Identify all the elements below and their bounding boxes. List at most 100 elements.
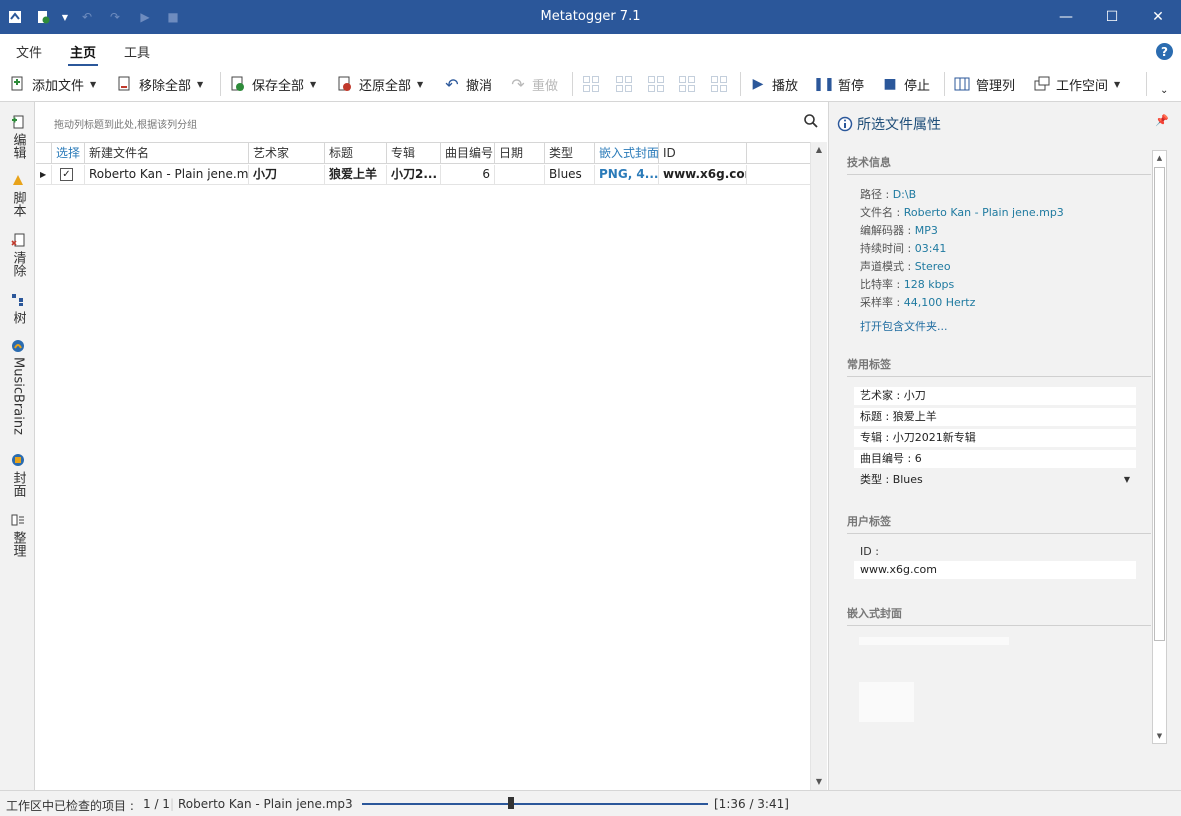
- undo-label: 撤消: [466, 78, 493, 94]
- cell-id[interactable]: www.x6g.com: [659, 165, 747, 184]
- row-expand-icon[interactable]: ▶: [36, 165, 52, 184]
- workspace-label: 工作空间: [1056, 78, 1109, 94]
- prop-value: 03:41: [914, 242, 947, 255]
- sidebar-item-label: 脚本: [10, 191, 26, 217]
- genre-select[interactable]: 类型 : Blues ▼: [854, 471, 1136, 489]
- prop-value: D:\B: [892, 188, 917, 201]
- tab-home[interactable]: 主页: [67, 42, 99, 67]
- cell-track[interactable]: 6: [441, 165, 495, 184]
- manage-columns-button[interactable]: 管理列: [954, 74, 1015, 94]
- scroll-down-icon[interactable]: ▼: [811, 774, 827, 790]
- undo-button[interactable]: ↶ 撤消: [444, 74, 492, 94]
- prop-label: 比特率 :: [860, 278, 904, 291]
- column-header-genre[interactable]: 类型: [545, 143, 595, 164]
- user-tag-id-field[interactable]: www.x6g.com: [854, 561, 1136, 579]
- column-header-filename[interactable]: 新建文件名: [85, 143, 249, 164]
- scroll-up-icon[interactable]: ▲: [811, 142, 827, 158]
- sidebar-item-script[interactable]: 脚本: [8, 172, 28, 217]
- close-button[interactable]: ✕: [1135, 0, 1181, 34]
- cell-title[interactable]: 狼爱上羊: [325, 165, 387, 184]
- save-all-button[interactable]: 保存全部 ▼: [230, 74, 316, 94]
- organize-icon: [10, 512, 26, 528]
- workspace-icon: [1034, 76, 1050, 92]
- chevron-down-icon[interactable]: ▼: [310, 80, 316, 89]
- stop-button[interactable]: ■ 停止: [882, 74, 930, 94]
- chevron-down-icon[interactable]: ▼: [197, 80, 203, 89]
- tab-file[interactable]: 文件: [16, 42, 42, 61]
- artist-field[interactable]: 艺术家 : 小刀: [854, 387, 1136, 405]
- prop-bitrate: 比特率 : 128 kbps: [860, 276, 954, 292]
- scroll-up-icon[interactable]: ▲: [1153, 151, 1166, 165]
- search-icon[interactable]: [803, 113, 819, 129]
- playback-progress-handle[interactable]: [507, 797, 514, 809]
- sidebar-item-edit[interactable]: 编辑: [8, 114, 28, 159]
- layout-grid-icon[interactable]: [648, 76, 664, 92]
- track-number-field[interactable]: 曲目编号 : 6: [854, 450, 1136, 468]
- sidebar-item-organize[interactable]: 整理: [8, 512, 28, 557]
- title-bar: ▼ ↶ ↷ ▶ ■ Metatogger 7.1 — ☐ ✕: [0, 0, 1181, 34]
- sidebar-item-label: 清除: [10, 251, 26, 277]
- field-value: 6: [914, 452, 922, 465]
- pin-icon[interactable]: 📌: [1155, 114, 1169, 127]
- field-label: 类型 :: [860, 473, 893, 486]
- cell-date[interactable]: [495, 165, 545, 184]
- album-field[interactable]: 专辑 : 小刀2021新专辑: [854, 429, 1136, 447]
- restore-all-button[interactable]: 还原全部 ▼: [337, 74, 423, 94]
- panel-scrollbar[interactable]: ▲ ▼: [1152, 150, 1167, 744]
- cell-filename[interactable]: Roberto Kan - Plain jene.mp3: [85, 165, 249, 184]
- grid-scrollbar[interactable]: ▲ ▼: [810, 142, 827, 790]
- workspace-button[interactable]: 工作空间 ▼: [1034, 74, 1120, 94]
- table-row[interactable]: ▶ ✓ Roberto Kan - Plain jene.mp3 小刀 狼爱上羊…: [36, 165, 810, 185]
- row-select-cell[interactable]: ✓: [52, 165, 85, 184]
- section-embedded-cover: 嵌入式封面: [847, 605, 1151, 626]
- field-label: 专辑 :: [860, 431, 893, 444]
- playback-progress-track[interactable]: [362, 803, 708, 805]
- chevron-down-icon[interactable]: ▼: [417, 80, 423, 89]
- sidebar-item-musicbrainz[interactable]: MusicBrainz: [8, 338, 28, 435]
- ribbon-collapse-chevron-icon[interactable]: ⌄: [1160, 80, 1168, 100]
- open-folder-link[interactable]: 打开包含文件夹...: [860, 318, 948, 334]
- tab-tools[interactable]: 工具: [124, 42, 150, 61]
- scroll-down-icon[interactable]: ▼: [1153, 729, 1166, 743]
- cell-album[interactable]: 小刀2...: [387, 165, 441, 184]
- cell-cover[interactable]: PNG, 4...: [595, 165, 659, 184]
- section-tech-info: 技术信息: [847, 154, 1151, 175]
- chevron-down-icon[interactable]: ▼: [1124, 471, 1130, 489]
- sidebar-item-label: 整理: [10, 531, 26, 557]
- column-header-select[interactable]: 选择: [52, 143, 85, 164]
- add-files-button[interactable]: 添加文件 ▼: [10, 74, 96, 94]
- column-header-cover[interactable]: 嵌入式封面: [595, 143, 659, 164]
- stop-icon: ■: [883, 76, 897, 92]
- cell-genre[interactable]: Blues: [545, 165, 595, 184]
- layout-grid-icon[interactable]: [616, 76, 632, 92]
- sidebar-item-tree[interactable]: 树: [8, 292, 28, 324]
- column-header-artist[interactable]: 艺术家: [249, 143, 325, 164]
- prop-label: 采样率 :: [860, 296, 904, 309]
- column-header-id[interactable]: ID: [659, 143, 747, 164]
- redo-button[interactable]: ↷ 重做: [510, 74, 558, 94]
- column-header-album[interactable]: 专辑: [387, 143, 441, 164]
- play-button[interactable]: ▶ 播放: [750, 74, 798, 94]
- chevron-down-icon[interactable]: ▼: [90, 80, 96, 89]
- layout-grid-icon[interactable]: [583, 76, 599, 92]
- minimize-button[interactable]: —: [1043, 0, 1089, 34]
- row-checkbox[interactable]: ✓: [60, 168, 73, 181]
- column-header-date[interactable]: 日期: [495, 143, 545, 164]
- title-field[interactable]: 标题 : 狼爱上羊: [854, 408, 1136, 426]
- cell-artist[interactable]: 小刀: [249, 165, 325, 184]
- layout-grid-icon[interactable]: [679, 76, 695, 92]
- prop-path: 路径 : D:\B: [860, 186, 916, 202]
- pause-button[interactable]: ❚❚ 暂停: [813, 74, 864, 94]
- scroll-thumb[interactable]: [1154, 167, 1165, 641]
- column-header-title[interactable]: 标题: [325, 143, 387, 164]
- help-icon[interactable]: ?: [1156, 43, 1173, 60]
- remove-all-button[interactable]: 移除全部 ▼: [117, 74, 203, 94]
- chevron-down-icon[interactable]: ▼: [1114, 80, 1120, 89]
- prop-channel-mode: 声道模式 : Stereo: [860, 258, 951, 274]
- group-by-bar[interactable]: 拖动列标题到此处,根据该列分组: [36, 102, 827, 142]
- sidebar-item-clean[interactable]: 清除: [8, 232, 28, 277]
- column-header-track[interactable]: 曲目编号: [441, 143, 495, 164]
- maximize-button[interactable]: ☐: [1089, 0, 1135, 34]
- sidebar-item-cover[interactable]: 封面: [8, 452, 28, 497]
- layout-grid-icon[interactable]: [711, 76, 727, 92]
